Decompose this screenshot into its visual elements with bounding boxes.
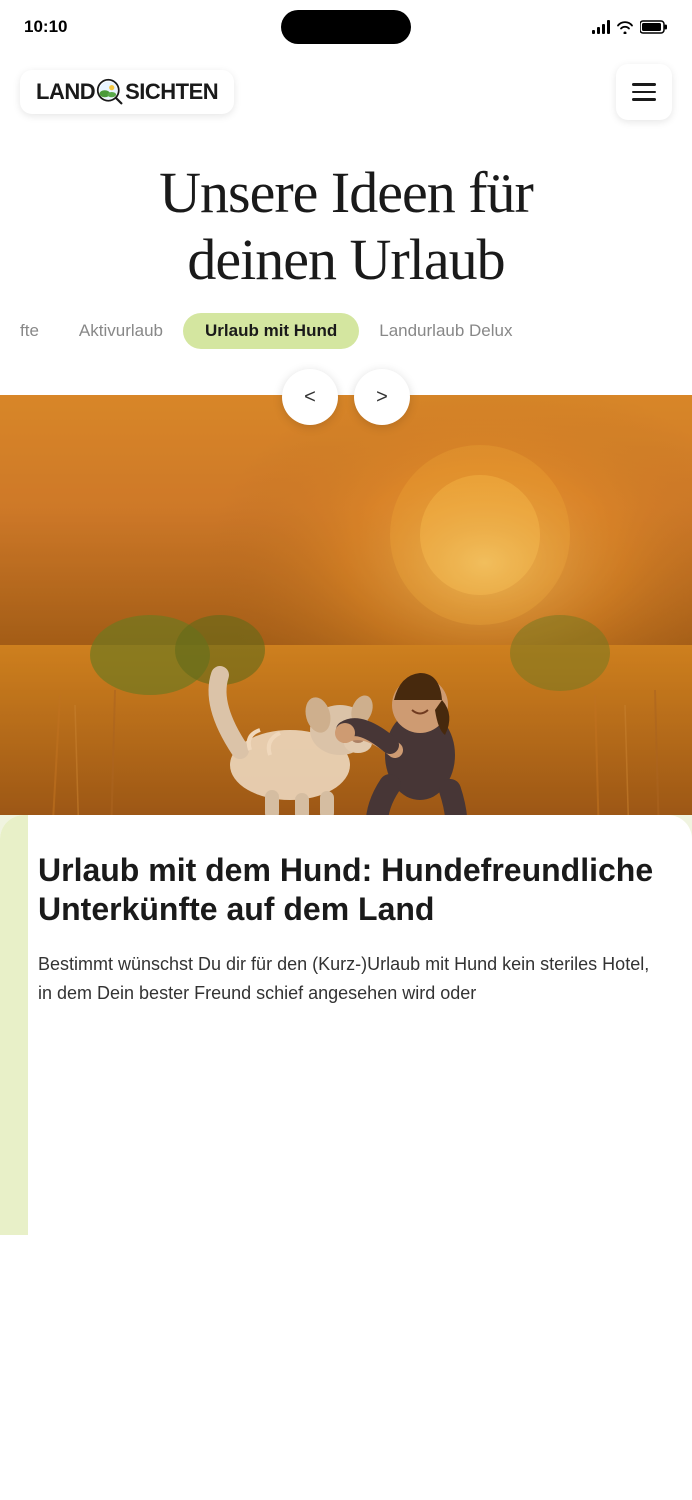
hero-title: Unsere Ideen fürdeinen Urlaub [20,160,672,293]
content-card-inner: Urlaub mit dem Hund: Hundefreundliche Un… [28,851,664,1007]
hamburger-line-3 [632,98,656,101]
green-accent [0,815,28,1235]
battery-icon [640,20,668,34]
hero-image [0,395,692,875]
article-body-text: Bestimmt wünschst Du dir für den (Kurz-)… [38,954,649,1003]
tabs-container: fte Aktivurlaub Urlaub mit Hund Landurla… [0,313,692,349]
content-area: Urlaub mit dem Hund: Hundefreundliche Un… [0,815,692,1235]
next-icon: > [376,386,388,409]
header: LAND SICHTEN [0,54,692,130]
logo-text-left: LAND [36,79,95,105]
wifi-icon [616,20,634,34]
article-title: Urlaub mit dem Hund: Hundefreundliche Un… [38,851,664,928]
logo-icon [96,78,124,106]
tab-urlaub-mit-hund[interactable]: Urlaub mit Hund [183,313,359,349]
hamburger-line-1 [632,83,656,86]
tab-aktivurlaub[interactable]: Aktivurlaub [59,313,183,349]
carousel-nav: < > [0,349,692,425]
hero-image-background [0,395,692,875]
signal-icon [592,20,610,34]
carousel-next-button[interactable]: > [354,369,410,425]
logo-container: LAND SICHTEN [20,70,234,114]
dynamic-island [281,10,411,44]
logo-text-right: SICHTEN [125,79,218,105]
status-bar: 10:10 [0,0,692,54]
hero-scene-svg [0,395,692,875]
status-time: 10:10 [24,17,67,37]
hamburger-menu-button[interactable] [616,64,672,120]
tab-fte[interactable]: fte [0,313,59,349]
tab-landurlaub-delux[interactable]: Landurlaub Delux [359,313,532,349]
status-icons [592,20,668,34]
hamburger-line-2 [632,91,656,94]
carousel-prev-button[interactable]: < [282,369,338,425]
article-body: Bestimmt wünschst Du dir für den (Kurz-)… [38,950,664,1008]
content-card: Urlaub mit dem Hund: Hundefreundliche Un… [0,815,692,1235]
hero-title-section: Unsere Ideen fürdeinen Urlaub [0,130,692,313]
prev-icon: < [304,386,316,409]
